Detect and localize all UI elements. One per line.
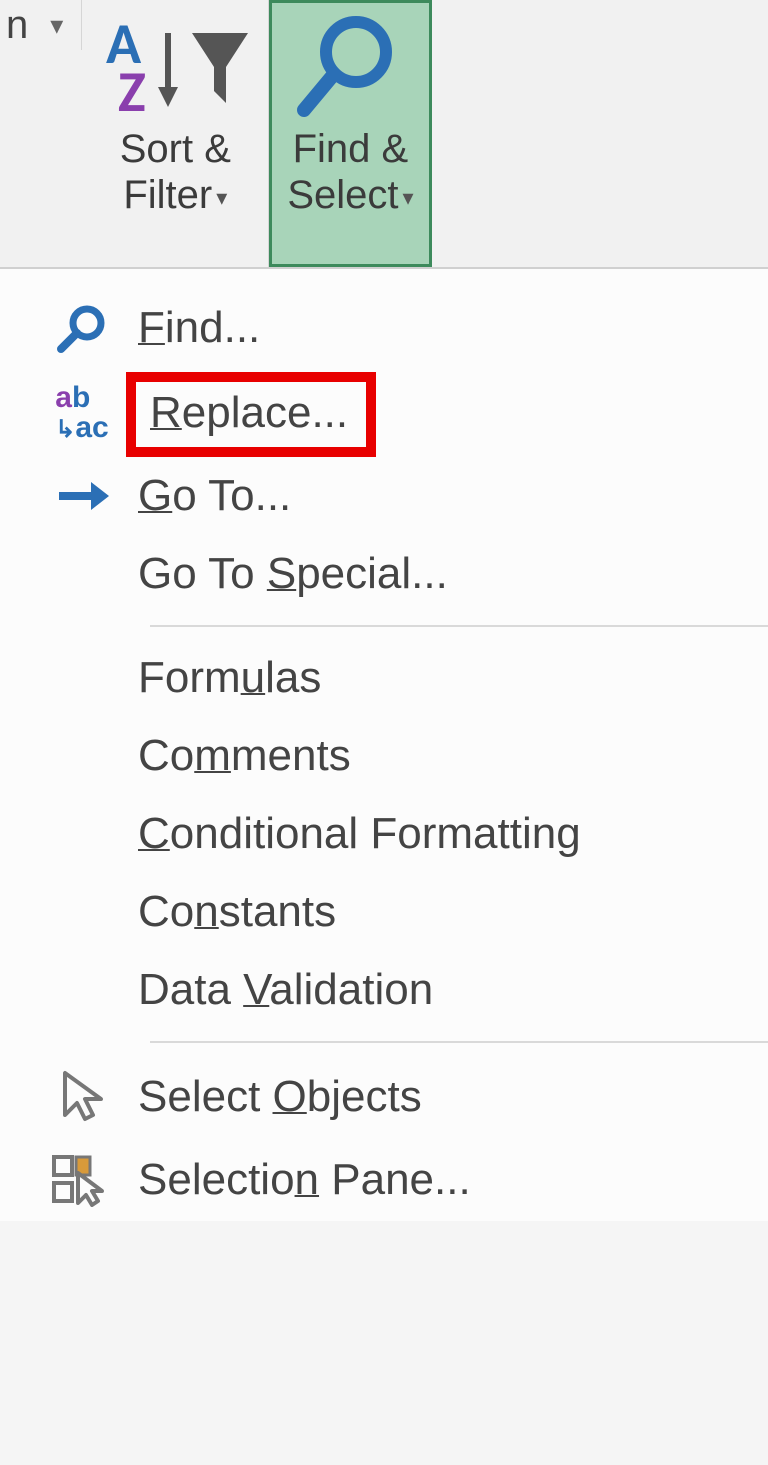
replace-icon: ab ↳ac — [26, 383, 138, 443]
menu-goto[interactable]: Go To... — [0, 457, 768, 535]
ribbon-row: n ▾ A Z Sort & Filter▾ Find & Sele — [0, 0, 768, 269]
arrow-right-icon — [26, 476, 138, 516]
menu-selection-pane[interactable]: Selection Pane... — [0, 1139, 768, 1221]
menu-data-validation[interactable]: Data Validation — [0, 951, 768, 1029]
menu-constants-label: Constants — [138, 887, 768, 937]
menu-formulas[interactable]: Formulas — [0, 639, 768, 717]
find-select-label: Find & Select▾ — [287, 126, 413, 218]
menu-goto-label: Go To... — [138, 471, 768, 521]
find-select-button[interactable]: Find & Select▾ — [269, 0, 431, 267]
find-select-icon — [290, 10, 410, 120]
menu-comments-label: Comments — [138, 731, 768, 781]
menu-cond-fmt-label: Conditional Formatting — [138, 809, 768, 859]
sort-filter-icon: A Z — [100, 10, 250, 120]
menu-goto-special[interactable]: Go To Special... — [0, 535, 768, 613]
svg-text:Z: Z — [118, 56, 146, 115]
selection-pane-icon — [26, 1153, 138, 1207]
sort-filter-button[interactable]: A Z Sort & Filter▾ — [82, 0, 269, 267]
menu-replace[interactable]: ab ↳ac Replace... — [0, 369, 768, 457]
menu-data-val-label: Data Validation — [138, 965, 768, 1015]
menu-comments[interactable]: Comments — [0, 717, 768, 795]
menu-selection-pane-label: Selection Pane... — [138, 1155, 768, 1205]
sort-filter-label: Sort & Filter▾ — [120, 126, 231, 218]
menu-goto-special-label: Go To Special... — [138, 549, 768, 599]
menu-formulas-label: Formulas — [138, 653, 768, 703]
menu-replace-label: Replace... — [138, 388, 768, 438]
ribbon-partial-left: n ▾ — [0, 0, 82, 50]
menu-find-label: Find... — [138, 303, 768, 353]
dropdown-caret-icon[interactable]: ▾ — [50, 10, 63, 41]
find-select-menu: Find... ab ↳ac Replace... Go To... Go To… — [0, 269, 768, 1221]
search-icon — [26, 301, 138, 355]
menu-separator — [150, 625, 768, 627]
menu-select-objects-label: Select Objects — [138, 1072, 768, 1122]
partial-text: n — [6, 3, 28, 48]
menu-separator — [150, 1041, 768, 1043]
menu-find[interactable]: Find... — [0, 287, 768, 369]
menu-conditional-formatting[interactable]: Conditional Formatting — [0, 795, 768, 873]
replace-highlight: Replace... — [126, 372, 376, 457]
menu-select-objects[interactable]: Select Objects — [0, 1055, 768, 1139]
cursor-icon — [26, 1069, 138, 1125]
menu-constants[interactable]: Constants — [0, 873, 768, 951]
